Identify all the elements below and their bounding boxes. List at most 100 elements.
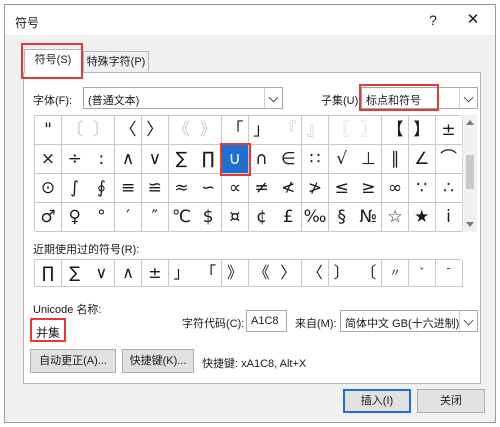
symbol-cell[interactable]: i xyxy=(435,203,463,232)
recent-symbol-cell[interactable]: 》 xyxy=(221,260,249,287)
autocorrect-button[interactable]: 自动更正(A)... xyxy=(30,349,116,373)
symbol-cell[interactable]: ∑ xyxy=(168,145,196,174)
symbol-cell[interactable]: ″ xyxy=(141,203,169,232)
symbol-cell[interactable]: ☆ xyxy=(382,203,410,232)
tab-special-characters[interactable]: 特殊字符(P) xyxy=(83,51,149,73)
symbol-cell[interactable]: ÷ xyxy=(61,145,89,174)
symbol-cell[interactable]: : xyxy=(88,145,116,174)
recent-symbol-cell[interactable]: 〈 xyxy=(302,260,329,287)
symbol-cell[interactable]: ∷ xyxy=(302,145,329,174)
symbol-cell[interactable]: ≮ xyxy=(275,174,303,203)
scroll-thumb[interactable] xyxy=(466,155,474,189)
symbol-cell[interactable]: ∮ xyxy=(88,174,116,203)
unicode-name-label: Unicode 名称: xyxy=(33,304,102,316)
symbol-cell[interactable]: 『 xyxy=(275,116,303,145)
symbol-cell[interactable]: ⌒ xyxy=(435,145,463,174)
recent-symbol-cell[interactable]: 〉 xyxy=(275,260,303,287)
symbol-cell[interactable]: ∽ xyxy=(195,174,223,203)
recent-symbol-cell[interactable]: 《 xyxy=(248,260,276,287)
symbol-cell[interactable]: 〈 xyxy=(115,116,143,145)
symbol-cell[interactable]: ∴ xyxy=(435,174,463,203)
symbol-cell[interactable]: ± xyxy=(435,116,463,145)
scroll-up-icon[interactable] xyxy=(466,120,474,125)
recent-symbol-cell[interactable]: 〔 xyxy=(355,260,383,287)
recent-symbol-cell[interactable]: ± xyxy=(141,260,169,287)
symbol-cell[interactable]: ∪ xyxy=(219,143,251,176)
symbol-cell[interactable]: ∏ xyxy=(195,145,223,174)
symbol-cell[interactable]: 〗 xyxy=(355,116,383,145)
symbol-grid-scrollbar[interactable] xyxy=(462,115,477,232)
unicode-name-value: 并集 xyxy=(36,326,61,340)
tab-symbols[interactable]: 符号(S) xyxy=(24,49,82,73)
symbol-cell[interactable]: 「 xyxy=(221,116,249,145)
symbol-cell[interactable]: ′ xyxy=(115,203,143,232)
recent-symbol-cell[interactable]: ˇ xyxy=(408,260,436,287)
from-dropdown[interactable]: 简体中文 GB(十六进制) xyxy=(340,310,478,332)
symbol-cell[interactable]: $ xyxy=(195,203,223,232)
symbol-cell[interactable]: ∩ xyxy=(248,145,276,174)
font-dropdown[interactable]: (普通文本) xyxy=(83,87,283,109)
symbol-cell[interactable]: ≌ xyxy=(141,174,169,203)
symbol-cell[interactable]: ∵ xyxy=(408,174,436,203)
symbol-cell[interactable]: ∨ xyxy=(141,145,169,174)
symbol-cell[interactable]: ¢ xyxy=(248,203,276,232)
symbol-cell[interactable]: 〔 xyxy=(61,116,89,145)
symbol-cell[interactable]: 』 xyxy=(302,116,329,145)
symbol-cell[interactable]: ≈ xyxy=(168,174,196,203)
recent-symbol-cell[interactable]: ˉ xyxy=(435,260,463,287)
symbol-cell[interactable]: ° xyxy=(88,203,116,232)
help-button[interactable]: ? xyxy=(421,9,445,31)
symbol-cell[interactable]: ¤ xyxy=(221,203,249,232)
symbol-cell[interactable]: ∈ xyxy=(275,145,303,174)
symbol-cell[interactable]: ‰ xyxy=(302,203,329,232)
symbol-cell[interactable]: 〕 xyxy=(88,116,116,145)
symbol-cell[interactable]: × xyxy=(35,145,62,174)
symbol-cell[interactable]: ≯ xyxy=(302,174,329,203)
symbol-cell[interactable]: ∥ xyxy=(382,145,410,174)
recent-symbol-cell[interactable]: 〕 xyxy=(328,260,356,287)
symbol-cell[interactable]: ≥ xyxy=(355,174,383,203)
symbol-cell[interactable]: ∠ xyxy=(408,145,436,174)
symbol-cell[interactable]: ⊙ xyxy=(35,174,62,203)
symbol-cell[interactable]: " xyxy=(35,116,62,145)
char-code-input[interactable]: A1C8 xyxy=(246,310,287,332)
symbol-cell[interactable]: ⊥ xyxy=(355,145,383,174)
symbol-cell[interactable]: 《 xyxy=(168,116,196,145)
recent-symbol-cell[interactable]: 〃 xyxy=(382,260,410,287)
dialog-title: 符号 xyxy=(15,16,40,30)
symbol-cell[interactable]: 〉 xyxy=(141,116,169,145)
symbol-cell[interactable]: ≡ xyxy=(115,174,143,203)
recent-symbol-cell[interactable]: ∧ xyxy=(115,260,143,287)
symbol-cell[interactable]: ∞ xyxy=(382,174,410,203)
symbol-cell[interactable]: 【 xyxy=(382,116,410,145)
symbol-cell[interactable]: ♂ xyxy=(35,203,62,232)
recent-symbol-cell[interactable]: 」 xyxy=(168,260,196,287)
recent-symbol-cell[interactable]: 「 xyxy=(195,260,223,287)
symbol-cell[interactable]: 」 xyxy=(248,116,276,145)
symbol-cell[interactable]: 〖 xyxy=(328,116,356,145)
recent-symbol-cell[interactable]: ∨ xyxy=(88,260,116,287)
shortcut-key-button[interactable]: 快捷键(K)... xyxy=(122,349,194,373)
close-dialog-button[interactable]: 关闭 xyxy=(417,389,485,413)
symbol-cell[interactable]: ℃ xyxy=(168,203,196,232)
symbol-cell[interactable]: ∧ xyxy=(115,145,143,174)
symbol-cell[interactable]: 】 xyxy=(408,116,436,145)
symbol-cell[interactable]: ≠ xyxy=(248,174,276,203)
scroll-down-icon[interactable] xyxy=(466,222,474,227)
symbol-cell[interactable]: № xyxy=(355,203,383,232)
symbol-cell[interactable]: ∫ xyxy=(61,174,89,203)
symbol-cell[interactable]: ♀ xyxy=(61,203,89,232)
symbol-cell[interactable]: ≤ xyxy=(328,174,356,203)
symbol-cell[interactable]: ★ xyxy=(408,203,436,232)
recent-symbol-cell[interactable]: ∏ xyxy=(35,260,62,287)
symbol-cell[interactable]: 》 xyxy=(195,116,223,145)
recent-symbol-cell[interactable]: ∑ xyxy=(61,260,89,287)
subset-dropdown[interactable]: 标点和符号 xyxy=(361,87,478,109)
symbol-cell[interactable]: £ xyxy=(275,203,303,232)
insert-button[interactable]: 插入(I) xyxy=(343,389,411,413)
chevron-down-icon xyxy=(459,311,477,331)
close-button[interactable]: ✕ xyxy=(461,9,485,31)
symbol-cell[interactable]: √ xyxy=(328,145,356,174)
symbol-cell[interactable]: § xyxy=(328,203,356,232)
symbol-cell[interactable]: ∝ xyxy=(221,174,249,203)
